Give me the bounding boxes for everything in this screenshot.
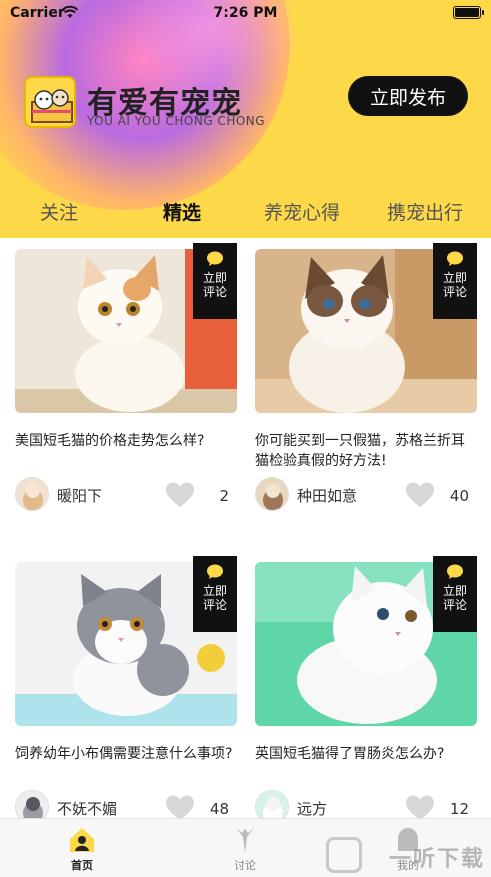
heart-icon[interactable] xyxy=(405,481,435,509)
bottom-tab-bar: 首页 讨论 我的 一听下载 xyxy=(0,818,491,877)
badge-line2: 评论 xyxy=(442,598,467,612)
tab-pet-travel[interactable]: 携宠出行 xyxy=(387,198,463,225)
battery-icon xyxy=(453,6,484,19)
badge-line2: 评论 xyxy=(202,285,227,299)
app-subtitle: YOU AI YOU CHONG CHONG xyxy=(87,114,266,128)
category-tabs: 关注 精选 养宠心得 携宠出行 xyxy=(0,190,491,234)
tabbar-discuss-label: 讨论 xyxy=(234,859,256,872)
app-logo xyxy=(24,76,76,128)
tabbar-discuss[interactable]: 讨论 xyxy=(205,825,285,873)
like-count: 40 xyxy=(449,487,469,505)
home-icon xyxy=(70,828,94,852)
username[interactable]: 远方 xyxy=(297,798,327,819)
chat-bubble-icon xyxy=(207,564,223,579)
badge-line1: 立即 xyxy=(202,271,227,285)
chat-bubble-icon xyxy=(447,564,463,579)
watermark-logo xyxy=(326,837,362,873)
chat-bubble-icon xyxy=(447,251,463,266)
badge-line1: 立即 xyxy=(442,271,467,285)
watermark-text: 一听下载 xyxy=(388,847,485,872)
post-title[interactable]: 美国短毛猫的价格走势怎么样? xyxy=(15,431,237,451)
badge-line2: 评论 xyxy=(202,598,227,612)
tab-follow[interactable]: 关注 xyxy=(40,198,78,225)
status-bar: Carrier 7:26 PM xyxy=(0,0,491,26)
comment-now-badge[interactable]: 立即 评论 xyxy=(433,243,477,319)
discuss-icon xyxy=(236,828,254,853)
comment-now-badge[interactable]: 立即 评论 xyxy=(193,556,237,632)
avatar[interactable] xyxy=(15,477,49,511)
heart-icon[interactable] xyxy=(165,481,195,509)
tab-featured[interactable]: 精选 xyxy=(163,198,201,225)
chat-bubble-icon xyxy=(207,251,223,266)
comment-now-badge[interactable]: 立即 评论 xyxy=(433,556,477,632)
like-count: 12 xyxy=(449,800,469,818)
comment-now-badge[interactable]: 立即 评论 xyxy=(193,243,237,319)
tabbar-home[interactable]: 首页 xyxy=(42,825,122,873)
publish-button[interactable]: 立即发布 xyxy=(348,76,468,116)
like-count: 2 xyxy=(219,487,229,505)
badge-line2: 评论 xyxy=(442,285,467,299)
badge-line1: 立即 xyxy=(442,584,467,598)
header: Carrier 7:26 PM 有爱有宠宠 YOU AI YOU CHONG C… xyxy=(0,0,491,238)
avatar[interactable] xyxy=(255,477,289,511)
tab-pet-experience[interactable]: 养宠心得 xyxy=(264,198,340,225)
username[interactable]: 种田如意 xyxy=(297,485,357,506)
status-time: 7:26 PM xyxy=(213,5,278,21)
username[interactable]: 不妩不媚 xyxy=(57,798,117,819)
post-title[interactable]: 你可能买到一只假猫，苏格兰折耳猫检验真假的好方法! xyxy=(255,431,477,471)
post-title[interactable]: 饲养幼年小布偶需要注意什么事项? xyxy=(15,744,237,764)
post-title[interactable]: 英国短毛猫得了胃肠炎怎么办? xyxy=(255,744,477,764)
username[interactable]: 暖阳下 xyxy=(57,485,102,506)
like-count: 48 xyxy=(209,800,229,818)
badge-line1: 立即 xyxy=(202,584,227,598)
tabbar-home-label: 首页 xyxy=(71,859,93,872)
